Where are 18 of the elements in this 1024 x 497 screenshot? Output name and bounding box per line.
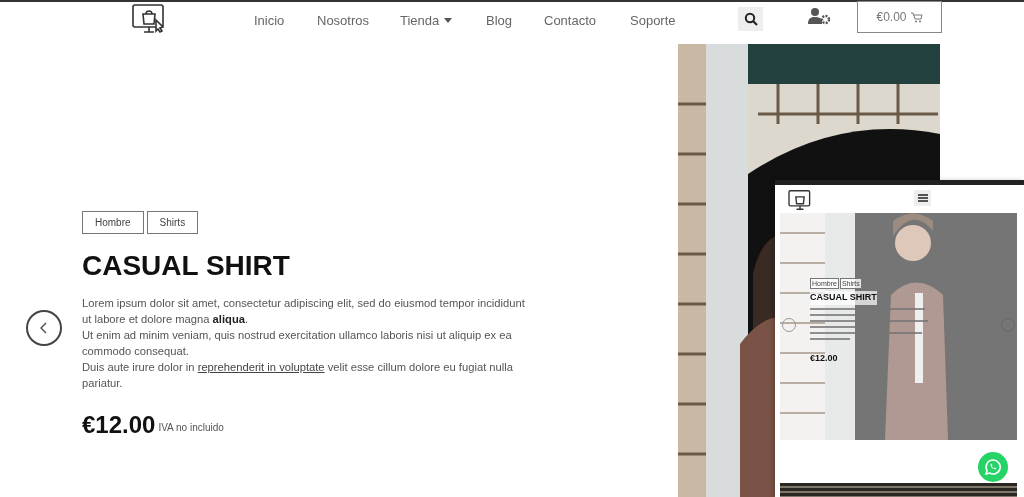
nav-link[interactable]: Inicio: [254, 11, 317, 31]
cart-button[interactable]: €0.00: [857, 1, 942, 33]
nav-link[interactable]: Tienda: [400, 11, 486, 31]
price: €12.00: [810, 351, 839, 365]
price: €12.00: [82, 411, 156, 439]
tag-link[interactable]: Hombre: [82, 211, 144, 234]
nav-link[interactable]: Soporte: [630, 11, 700, 31]
tag-link[interactable]: Shirts: [146, 211, 199, 234]
description-paragraph: Ut enim ad minim veniam, quis nostrud exercitation ullamco laboris nisi ut aliquip ex ea commodo consequat.: [82, 328, 513, 359]
tax-note: IVA no incluido: [158, 421, 224, 435]
product-title: CASUAL SHIRT: [82, 249, 291, 283]
product-title: CASUAL SHIRT: [810, 291, 877, 305]
nav-link[interactable]: Contacto: [544, 11, 630, 31]
nav-link[interactable]: Blog: [486, 11, 544, 31]
description-paragraph: Duis aute irure dolor in reprehenderit in voluptate velit esse cillum dolore eu fugiat nulla pariatur.: [82, 360, 514, 391]
text-link[interactable]: reprehenderit in voluptate: [197, 361, 325, 373]
description-paragraph: Lorem ipsum dolor sit amet, consectetur adipiscing elit, sed do eiusmod tempor incididunt ut labore et dolore magna aliqua.: [82, 296, 526, 327]
nav-link[interactable]: Nosotros: [317, 11, 400, 31]
